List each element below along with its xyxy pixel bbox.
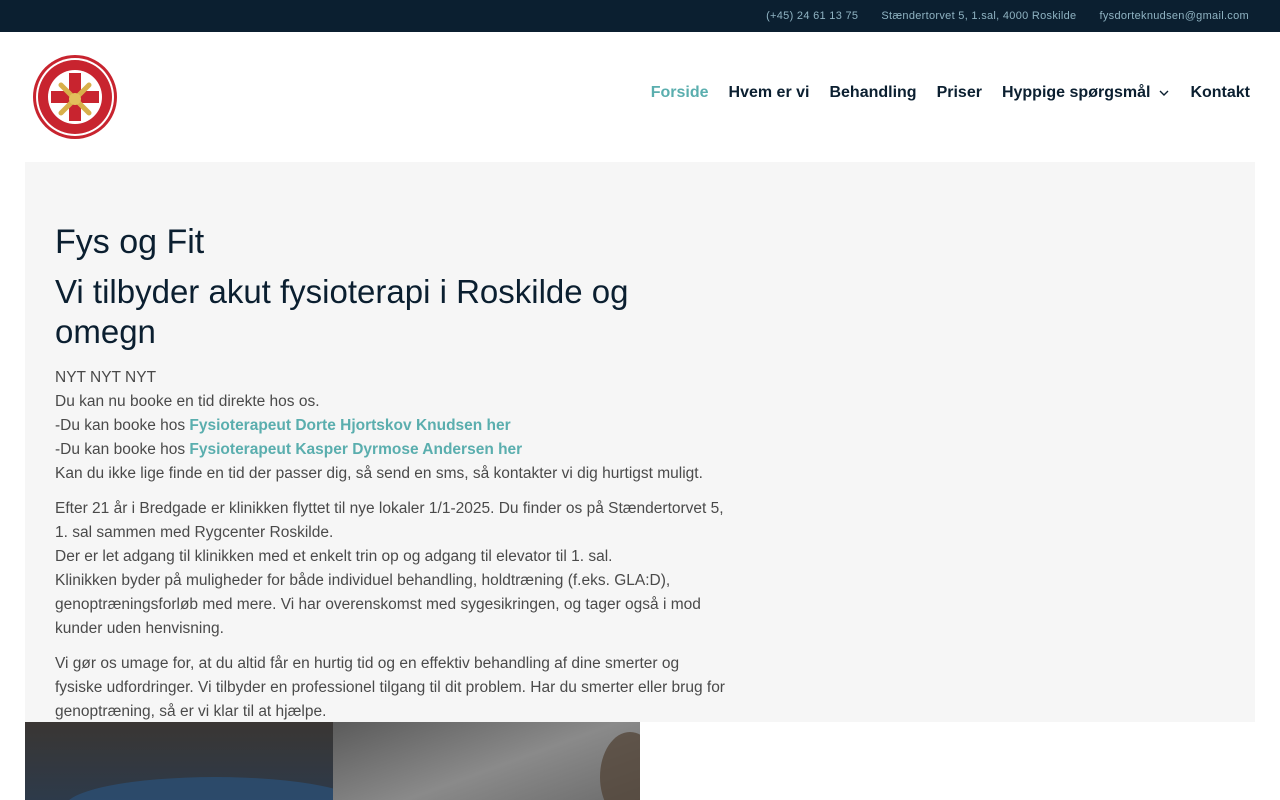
clinic-services-text: Klinikken byder på muligheder for både i… <box>55 572 701 637</box>
nav-item-behandling[interactable]: Behandling <box>829 84 916 102</box>
book-kasper-link[interactable]: Fysioterapeut Kasper Dyrmose Andersen he… <box>189 441 522 458</box>
news-line: NYT NYT NYT <box>55 369 157 386</box>
nav-label: Hvem er vi <box>728 84 810 101</box>
clinic-paragraph: Efter 21 år i Bredgade er klinikken flyt… <box>55 497 725 641</box>
book-dorte-link[interactable]: Fysioterapeut Dorte Hjortskov Knudsen he… <box>189 417 510 434</box>
top-info-bar: (+45) 24 61 13 75 Stændertorvet 5, 1.sal… <box>0 0 1280 32</box>
intro-paragraph: Vi gør os umage for, at du altid får en … <box>55 655 725 720</box>
main-navigation: Forside Hvem er vi Behandling Priser Hyp… <box>651 84 1250 102</box>
photo-left-half <box>25 722 365 800</box>
nav-label: Forside <box>650 84 709 101</box>
clinic-access-text: Der er let adgang til klinikken med et e… <box>55 548 613 565</box>
sms-info-line: Kan du ikke lige finde en tid der passer… <box>55 465 703 482</box>
clinic-move-text: Efter 21 år i Bredgade er klinikken flyt… <box>55 500 724 541</box>
address: Stændertorvet 5, 1.sal, 4000 Roskilde <box>881 10 1077 22</box>
nav-item-hyppige-spoergsmaal[interactable]: Hyppige spørgsmål <box>1002 84 1170 102</box>
photo-right-half <box>333 722 640 800</box>
booking-paragraph: NYT NYT NYT Du kan nu booke en tid direk… <box>55 366 725 486</box>
email[interactable]: fysdorteknudsen@gmail.com <box>1099 10 1249 22</box>
nav-item-priser[interactable]: Priser <box>937 84 982 102</box>
chevron-down-icon <box>1159 90 1169 96</box>
booking-prefix: -Du kan booke hos <box>55 441 190 458</box>
booking-prefix: -Du kan booke hos <box>55 417 190 434</box>
clinic-photo <box>25 722 640 800</box>
phone-number[interactable]: (+45) 24 61 13 75 <box>766 10 858 22</box>
nav-item-hvem-er-vi[interactable]: Hvem er vi <box>729 84 810 102</box>
nav-label: Kontakt <box>1190 84 1250 101</box>
nav-label: Behandling <box>829 84 917 101</box>
hero-section: Fys og Fit Vi tilbyder akut fysioterapi … <box>25 162 1255 722</box>
site-header: Forside Hvem er vi Behandling Priser Hyp… <box>0 32 1280 162</box>
nav-label: Hyppige spørgsmål <box>1001 84 1151 101</box>
booking-info-line: Du kan nu booke en tid direkte hos os. <box>55 393 320 410</box>
nav-item-forside[interactable]: Forside <box>651 84 709 102</box>
nav-item-kontakt[interactable]: Kontakt <box>1190 84 1250 102</box>
hero-content: Fys og Fit Vi tilbyder akut fysioterapi … <box>55 222 725 724</box>
booking-line-kasper: -Du kan booke hos Fysioterapeut Kasper D… <box>55 438 725 462</box>
logo-emblem-icon <box>33 55 117 139</box>
page-title: Fys og Fit <box>55 223 205 261</box>
page-subtitle: Vi tilbyder akut fysioterapi i Roskilde … <box>55 273 629 350</box>
site-logo[interactable] <box>31 53 119 141</box>
nav-label: Priser <box>936 84 982 101</box>
booking-line-dorte: -Du kan booke hos Fysioterapeut Dorte Hj… <box>55 414 725 438</box>
